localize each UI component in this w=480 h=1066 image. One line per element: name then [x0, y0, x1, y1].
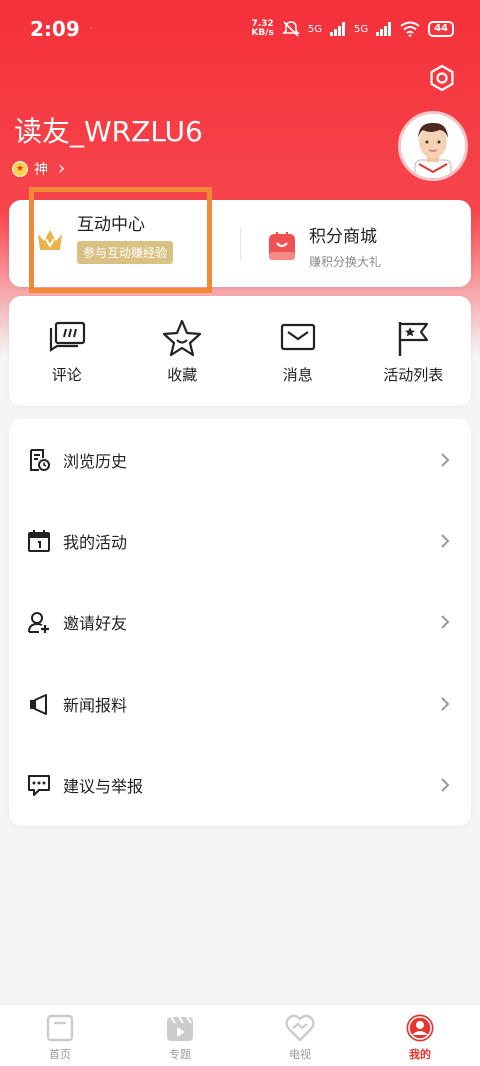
menu-item-my-activities[interactable]: 我的活动 — [9, 500, 471, 581]
quick-actions-card: 评论 收藏 消息 活动列表 — [9, 296, 471, 406]
chevron-right-icon — [441, 778, 450, 792]
quick-action-comment[interactable]: 评论 — [9, 296, 125, 406]
mute-icon — [281, 21, 300, 37]
quick-action-label: 消息 — [282, 366, 313, 384]
points-mall[interactable]: 积分商城 赚积分换大礼 — [267, 222, 381, 270]
tab-label: 专题 — [169, 1048, 191, 1061]
signal-icon-2 — [376, 22, 392, 36]
tab-tv[interactable]: 电视 — [240, 1005, 360, 1066]
divider — [240, 228, 241, 260]
home-icon — [46, 1014, 74, 1042]
shopping-bag-icon — [269, 232, 295, 260]
status-bar: 2:09 · 7.32 KB/s 5G 5G 44 — [0, 0, 480, 58]
flag-icon — [399, 322, 429, 356]
avatar-illustration-icon — [401, 114, 465, 178]
comment-icon — [49, 321, 85, 353]
tab-label: 电视 — [289, 1048, 311, 1061]
star-icon — [163, 319, 202, 357]
signal-icon — [329, 22, 345, 36]
chevron-right-icon — [441, 452, 450, 467]
settings-icon[interactable] — [428, 64, 456, 92]
menu-item-label: 邀请好友 — [63, 614, 128, 634]
menu-item-history[interactable]: 浏览历史 — [9, 419, 471, 500]
level-arrow: › — [58, 158, 66, 179]
quick-action-activity-list[interactable]: 活动列表 — [356, 296, 472, 406]
quick-action-label: 评论 — [51, 366, 82, 384]
menu-item-label: 我的活动 — [63, 533, 128, 553]
status-dot: · — [89, 23, 93, 35]
quick-action-messages[interactable]: 消息 — [240, 296, 356, 406]
menu-item-label: 建议与举报 — [63, 777, 144, 797]
interaction-center[interactable]: 互动中心 参与互动赚经验 — [35, 215, 174, 264]
quick-action-label: 活动列表 — [383, 366, 444, 384]
mail-icon — [280, 323, 315, 351]
username: 读友_WRZLU6 — [14, 115, 203, 148]
net-speed: 7.32 KB/s — [251, 20, 273, 38]
tab-label: 首页 — [49, 1048, 71, 1061]
invite-icon — [28, 612, 49, 634]
battery-icon: 44 — [428, 21, 454, 37]
level-row[interactable]: ★ 神 › — [12, 158, 65, 179]
crown-icon — [38, 230, 62, 250]
tab-mine[interactable]: 我的 — [360, 1005, 480, 1066]
tab-topics[interactable]: 专题 — [120, 1005, 240, 1066]
interaction-card: 互动中心 参与互动赚经验 积分商城 赚积分换大礼 — [9, 200, 471, 287]
status-indicators: 7.32 KB/s 5G 5G 44 — [251, 20, 454, 38]
tv-icon — [285, 1014, 315, 1042]
menu-list: 浏览历史 我的活动 邀请好友 新闻报料 建议与举报 — [9, 419, 471, 826]
quick-action-label: 收藏 — [167, 366, 198, 384]
chevron-right-icon — [441, 615, 450, 630]
interaction-subtitle-badge: 参与互动赚经验 — [77, 241, 174, 264]
chevron-right-icon — [441, 697, 450, 711]
interaction-title: 互动中心 — [77, 215, 145, 235]
feedback-icon — [28, 775, 50, 797]
menu-item-label: 新闻报料 — [63, 695, 128, 715]
signal1-label: 5G — [307, 23, 322, 35]
topic-icon — [167, 1016, 193, 1041]
signal2-label: 5G — [353, 23, 369, 35]
menu-item-invite-friends[interactable]: 邀请好友 — [9, 582, 471, 663]
quick-action-favorites[interactable]: 收藏 — [125, 296, 241, 406]
menu-item-news-tip[interactable]: 新闻报料 — [9, 663, 471, 744]
wifi-icon — [400, 21, 420, 37]
history-icon — [30, 448, 50, 471]
net-speed-unit: KB/s — [251, 28, 274, 38]
points-mall-title: 积分商城 — [309, 227, 377, 247]
tab-home[interactable]: 首页 — [0, 1005, 120, 1066]
tab-label: 我的 — [409, 1048, 431, 1061]
chevron-right-icon — [441, 534, 450, 548]
broadcast-icon — [30, 693, 47, 715]
points-mall-subtitle: 赚积分换大礼 — [309, 255, 382, 269]
menu-item-feedback[interactable]: 建议与举报 — [9, 745, 471, 826]
menu-item-label: 浏览历史 — [63, 451, 128, 471]
avatar[interactable] — [398, 111, 468, 181]
level-label: 神 — [34, 161, 48, 178]
status-time: 2:09 — [30, 17, 80, 41]
bottom-tab-bar: 首页 专题 电视 我的 — [0, 1004, 480, 1066]
calendar-icon — [28, 530, 50, 553]
profile-icon — [406, 1014, 434, 1042]
level-badge-icon: ★ — [12, 160, 28, 177]
